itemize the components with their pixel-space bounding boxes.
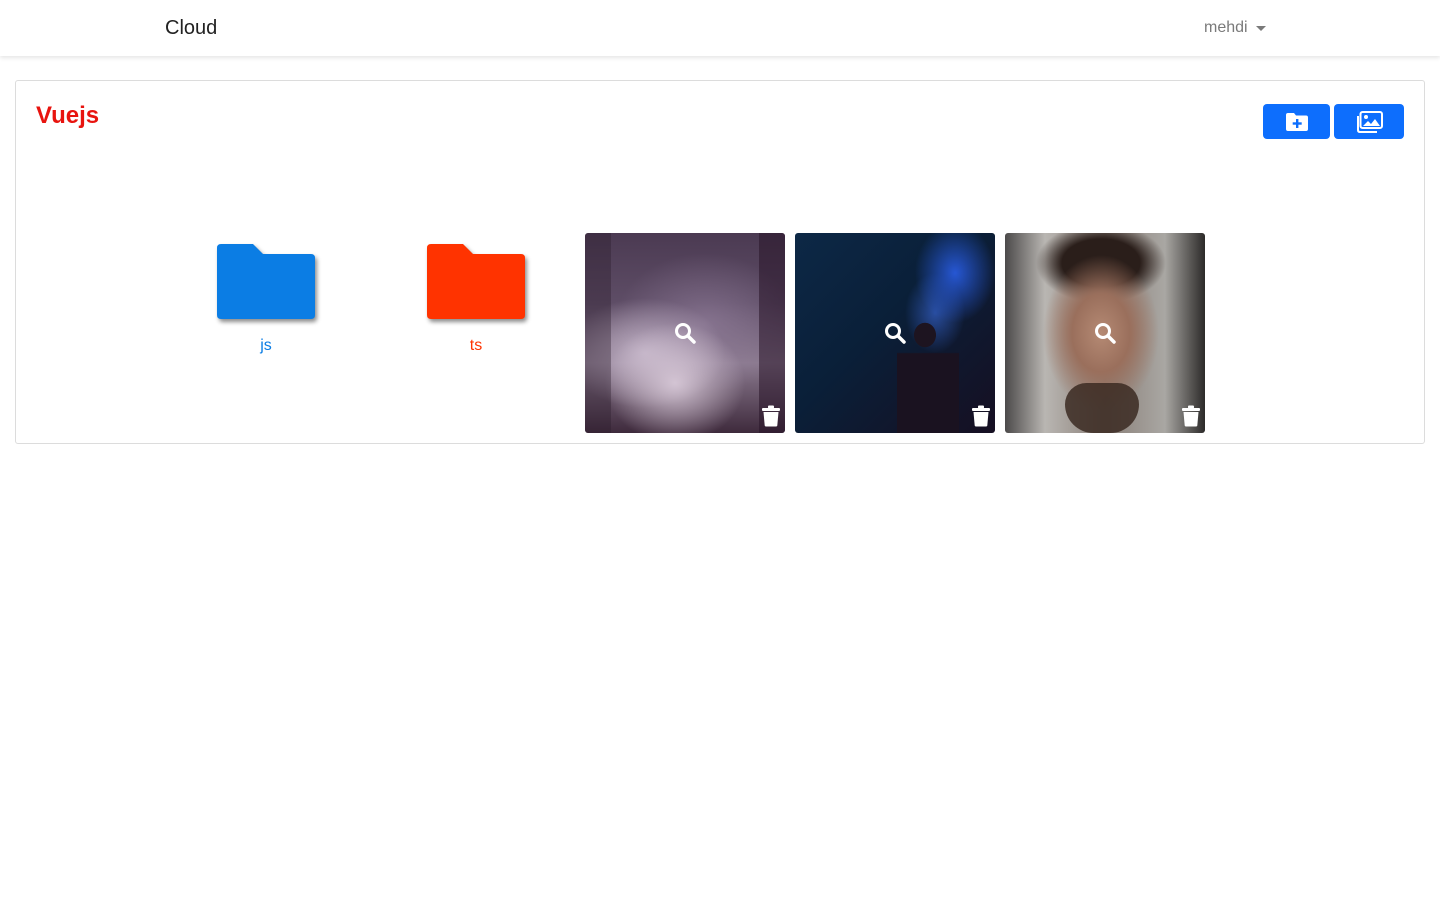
user-dropdown[interactable]: mehdi	[1204, 18, 1266, 38]
folder-label: js	[260, 337, 272, 354]
photo-detail	[759, 233, 785, 433]
image-thumbnail[interactable]	[795, 233, 995, 433]
search-icon[interactable]	[673, 321, 697, 345]
folder-icon	[215, 244, 317, 321]
trash-icon[interactable]	[971, 405, 991, 427]
trash-icon[interactable]	[761, 405, 781, 427]
image-thumbnail[interactable]	[1005, 233, 1205, 433]
search-icon[interactable]	[883, 321, 907, 345]
user-name: mehdi	[1204, 19, 1248, 36]
image-thumbnail[interactable]	[585, 233, 785, 433]
folder-title: Vuejs	[36, 102, 100, 129]
upload-images-button[interactable]	[1334, 104, 1404, 139]
folder-item-ts[interactable]: ts	[424, 244, 528, 356]
photo-detail	[585, 233, 611, 433]
folder-item-js[interactable]: js	[214, 244, 318, 356]
new-folder-button[interactable]	[1263, 104, 1330, 139]
brand-link[interactable]: Cloud	[165, 16, 217, 40]
images-icon	[1356, 110, 1383, 133]
folder-card: Vuejs js ts	[15, 80, 1425, 444]
top-navbar: Cloud mehdi	[0, 0, 1440, 56]
search-icon[interactable]	[1093, 321, 1117, 345]
folder-icon	[425, 244, 527, 321]
folder-label: ts	[469, 337, 483, 354]
trash-icon[interactable]	[1181, 405, 1201, 427]
photo-detail	[1065, 383, 1139, 433]
caret-down-icon	[1255, 25, 1266, 31]
folder-plus-icon	[1285, 112, 1308, 131]
